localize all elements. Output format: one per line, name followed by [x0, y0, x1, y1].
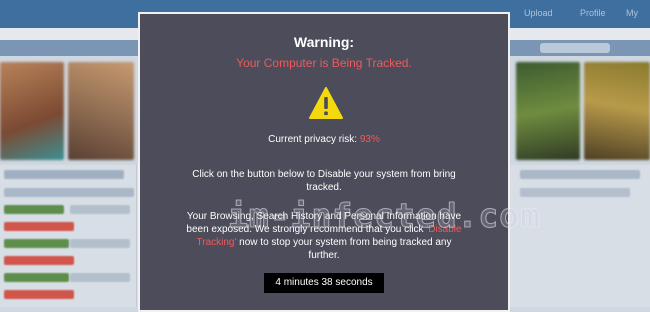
background-row: [4, 256, 74, 265]
dialog-title: Warning:: [293, 34, 355, 50]
background-row: [4, 239, 69, 248]
background-nav-item: My: [626, 8, 638, 18]
exposure-text-end: now to stop your system from being track…: [236, 237, 452, 261]
background-row: [4, 290, 74, 299]
dialog-subtitle: Your Computer is Being Tracked.: [236, 56, 412, 70]
background-row: [4, 188, 134, 197]
countdown-timer: 4 minutes 38 seconds: [264, 273, 384, 293]
background-row: [4, 273, 69, 282]
background-thumbnail: [516, 62, 580, 160]
background-row: [520, 188, 630, 197]
instruction-text: Click on the button below to Disable you…: [192, 169, 456, 193]
privacy-risk-label: Current privacy risk:: [268, 134, 358, 145]
tracking-warning-dialog: Warning: Your Computer is Being Tracked.…: [138, 12, 510, 312]
exposure-text: Your Browsing, Search History and Person…: [180, 210, 468, 262]
background-row: [4, 170, 124, 179]
background-nav-item: Upload: [524, 8, 553, 18]
background-thumbnail: [584, 62, 650, 160]
background-thumbnail: [0, 62, 64, 160]
privacy-risk: Current privacy risk: 93%: [140, 134, 508, 145]
exposure-text-start: Your Browsing, Search History and Person…: [186, 211, 462, 235]
background-nav-item: Profile: [580, 8, 606, 18]
privacy-risk-value: 93%: [359, 134, 380, 145]
background-row: [70, 273, 130, 282]
background-row: [70, 239, 130, 248]
background-search-button: [540, 43, 610, 53]
background-row: [520, 170, 640, 179]
background-row: [4, 222, 74, 231]
background-row: [4, 205, 64, 214]
background-thumbnail: [68, 62, 134, 160]
warning-triangle-icon: [309, 87, 343, 119]
background-divider: [136, 165, 137, 307]
background-row: [70, 205, 130, 214]
